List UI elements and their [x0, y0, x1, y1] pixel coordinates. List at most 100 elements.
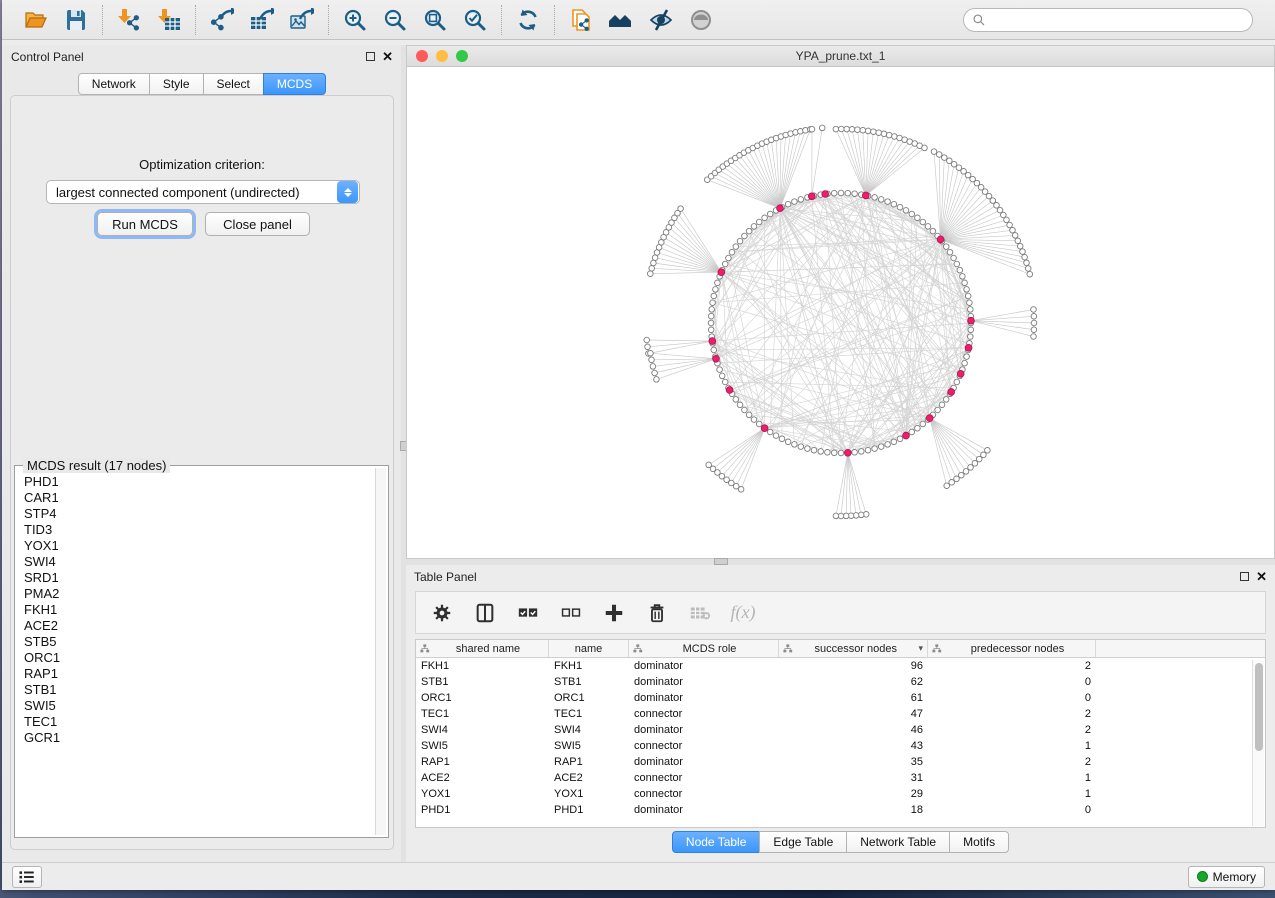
export-table-icon[interactable]	[249, 7, 275, 33]
close-panel-icon[interactable]: ✕	[382, 52, 393, 61]
close-panel-icon[interactable]: ✕	[1256, 572, 1267, 581]
cell-predecessor-nodes: 2	[928, 724, 1096, 736]
close-panel-button[interactable]: Close panel	[205, 212, 310, 236]
cell-name: ORC1	[549, 692, 629, 704]
zoom-in-icon[interactable]	[342, 7, 368, 33]
mcds-result-item[interactable]: GCR1	[24, 730, 374, 746]
select-all-icon[interactable]	[516, 601, 540, 625]
table-row[interactable]: ORC1ORC1dominator610	[416, 690, 1265, 706]
mcds-result-item[interactable]: YOX1	[24, 538, 374, 554]
control-panel-tabs: NetworkStyleSelectMCDS	[3, 73, 401, 95]
table-header-row: shared namenameMCDS rolesuccessor nodes▾…	[416, 640, 1265, 658]
dropdown-value: largest connected component (undirected)	[47, 185, 337, 200]
table-row[interactable]: ACE2ACE2connector311	[416, 770, 1265, 786]
add-column-icon[interactable]	[602, 601, 626, 625]
table-row[interactable]: YOX1YOX1connector291	[416, 786, 1265, 802]
refresh-view-icon[interactable]	[515, 7, 541, 33]
import-network-icon[interactable]	[116, 7, 142, 33]
open-session-icon[interactable]	[23, 7, 49, 33]
tab-mcds[interactable]: MCDS	[263, 73, 326, 95]
cell-name: ACE2	[549, 772, 629, 784]
control-panel-title: Control Panel	[11, 50, 366, 64]
delete-column-icon[interactable]	[645, 601, 669, 625]
clone-network-icon[interactable]	[568, 7, 594, 33]
run-mcds-button[interactable]: Run MCDS	[97, 212, 193, 236]
column-header-name[interactable]: name	[549, 640, 629, 657]
zoom-fit-icon[interactable]	[422, 7, 448, 33]
mcds-result-item[interactable]: STB5	[24, 634, 374, 650]
mcds-result-item[interactable]: SWI5	[24, 698, 374, 714]
table-row[interactable]: SWI4SWI4dominator462	[416, 722, 1265, 738]
column-header-MCDS-role[interactable]: MCDS role	[629, 640, 779, 657]
cell-shared-name: ACE2	[416, 772, 549, 784]
export-network-icon[interactable]	[209, 7, 235, 33]
tab-network[interactable]: Network	[78, 73, 150, 95]
double-home-icon[interactable]	[608, 7, 634, 33]
cell-MCDS-role: dominator	[629, 660, 779, 672]
cell-name: TEC1	[549, 708, 629, 720]
cell-MCDS-role: connector	[629, 772, 779, 784]
save-session-icon[interactable]	[63, 7, 89, 33]
mcds-result-item[interactable]: SWI4	[24, 554, 374, 570]
table-row[interactable]: TEC1TEC1connector472	[416, 706, 1265, 722]
mcds-result-item[interactable]: RAP1	[24, 666, 374, 682]
table-row[interactable]: PHD1PHD1dominator180	[416, 802, 1265, 818]
show-graphics-icon[interactable]	[688, 7, 714, 33]
tab-node-table[interactable]: Node Table	[672, 831, 761, 853]
network-window-titlebar: YPA_prune.txt_1	[407, 46, 1274, 67]
table-row[interactable]: SWI5SWI5connector431	[416, 738, 1265, 754]
tab-network-table[interactable]: Network Table	[846, 831, 950, 853]
column-header-predecessor-nodes[interactable]: predecessor nodes	[928, 640, 1096, 657]
hierarchy-icon	[932, 644, 942, 654]
tab-motifs[interactable]: Motifs	[949, 831, 1009, 853]
mcds-result-item[interactable]: PHD1	[24, 474, 374, 490]
tab-select[interactable]: Select	[203, 73, 264, 95]
search-icon	[972, 13, 986, 27]
column-header-successor-nodes[interactable]: successor nodes▾	[779, 640, 928, 657]
mcds-result-item[interactable]: ACE2	[24, 618, 374, 634]
mcds-result-item[interactable]: PMA2	[24, 586, 374, 602]
float-panel-icon[interactable]	[366, 52, 375, 61]
zoom-selected-icon[interactable]	[462, 7, 488, 33]
table-row[interactable]: FKH1FKH1dominator962	[416, 658, 1265, 674]
mcds-result-item[interactable]: STP4	[24, 506, 374, 522]
cell-predecessor-nodes: 2	[928, 708, 1096, 720]
mcds-result-item[interactable]: TEC1	[24, 714, 374, 730]
hide-graphics-icon[interactable]	[648, 7, 674, 33]
cell-MCDS-role: connector	[629, 708, 779, 720]
export-image-icon[interactable]	[289, 7, 315, 33]
split-view-icon[interactable]	[473, 601, 497, 625]
cell-MCDS-role: dominator	[629, 676, 779, 688]
gear-icon[interactable]	[430, 601, 454, 625]
table-row[interactable]: STB1STB1dominator620	[416, 674, 1265, 690]
cell-shared-name: FKH1	[416, 660, 549, 672]
zoom-out-icon[interactable]	[382, 7, 408, 33]
column-header-shared-name[interactable]: shared name	[416, 640, 549, 657]
table-row[interactable]: RAP1RAP1dominator352	[416, 754, 1265, 770]
mcds-result-item[interactable]: TID3	[24, 522, 374, 538]
memory-button[interactable]: Memory	[1188, 866, 1265, 888]
deselect-all-icon[interactable]	[559, 601, 583, 625]
import-table-icon[interactable]	[156, 7, 182, 33]
search-input[interactable]	[991, 13, 1244, 27]
mcds-list-scrollbar[interactable]	[375, 468, 386, 835]
mcds-result-item[interactable]: SRD1	[24, 570, 374, 586]
tab-edge-table[interactable]: Edge Table	[759, 831, 847, 853]
list-icon	[18, 868, 36, 886]
optimization-dropdown[interactable]: largest connected component (undirected)	[46, 180, 360, 204]
network-canvas[interactable]	[407, 67, 1274, 558]
mcds-result-item[interactable]: ORC1	[24, 650, 374, 666]
show-panels-button[interactable]	[12, 866, 42, 888]
table-scrollbar[interactable]	[1252, 660, 1264, 826]
network-graph[interactable]	[407, 67, 1274, 558]
mcds-result-item[interactable]: FKH1	[24, 602, 374, 618]
scrollbar-thumb[interactable]	[1255, 663, 1263, 751]
mcds-result-item[interactable]: CAR1	[24, 490, 374, 506]
mcds-result-list[interactable]: PHD1CAR1STP4TID3YOX1SWI4SRD1PMA2FKH1ACE2…	[17, 472, 374, 835]
control-panel-header: Control Panel ✕	[3, 45, 401, 68]
tab-style[interactable]: Style	[149, 73, 204, 95]
splitter-handle[interactable]	[714, 558, 728, 565]
search-box[interactable]	[963, 8, 1253, 32]
mcds-result-item[interactable]: STB1	[24, 682, 374, 698]
float-panel-icon[interactable]	[1240, 572, 1249, 581]
